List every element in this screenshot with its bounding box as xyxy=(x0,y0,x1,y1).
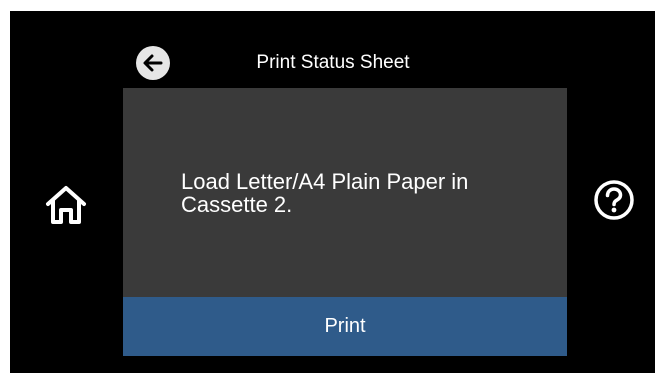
home-button[interactable] xyxy=(42,181,90,229)
dialog-message: Load Letter/A4 Plain Paper in Cassette 2… xyxy=(181,169,469,217)
help-icon xyxy=(594,180,634,220)
help-button[interactable] xyxy=(593,179,635,221)
arrow-left-icon xyxy=(143,54,163,72)
page-title: Print Status Sheet xyxy=(256,52,410,73)
message-dialog: Load Letter/A4 Plain Paper in Cassette 2… xyxy=(123,88,567,356)
printer-screen: Print Status Sheet Load Letter/A4 Plain … xyxy=(10,11,655,373)
home-icon xyxy=(46,186,86,224)
print-button[interactable]: Print xyxy=(123,297,567,356)
back-button[interactable] xyxy=(136,46,170,80)
